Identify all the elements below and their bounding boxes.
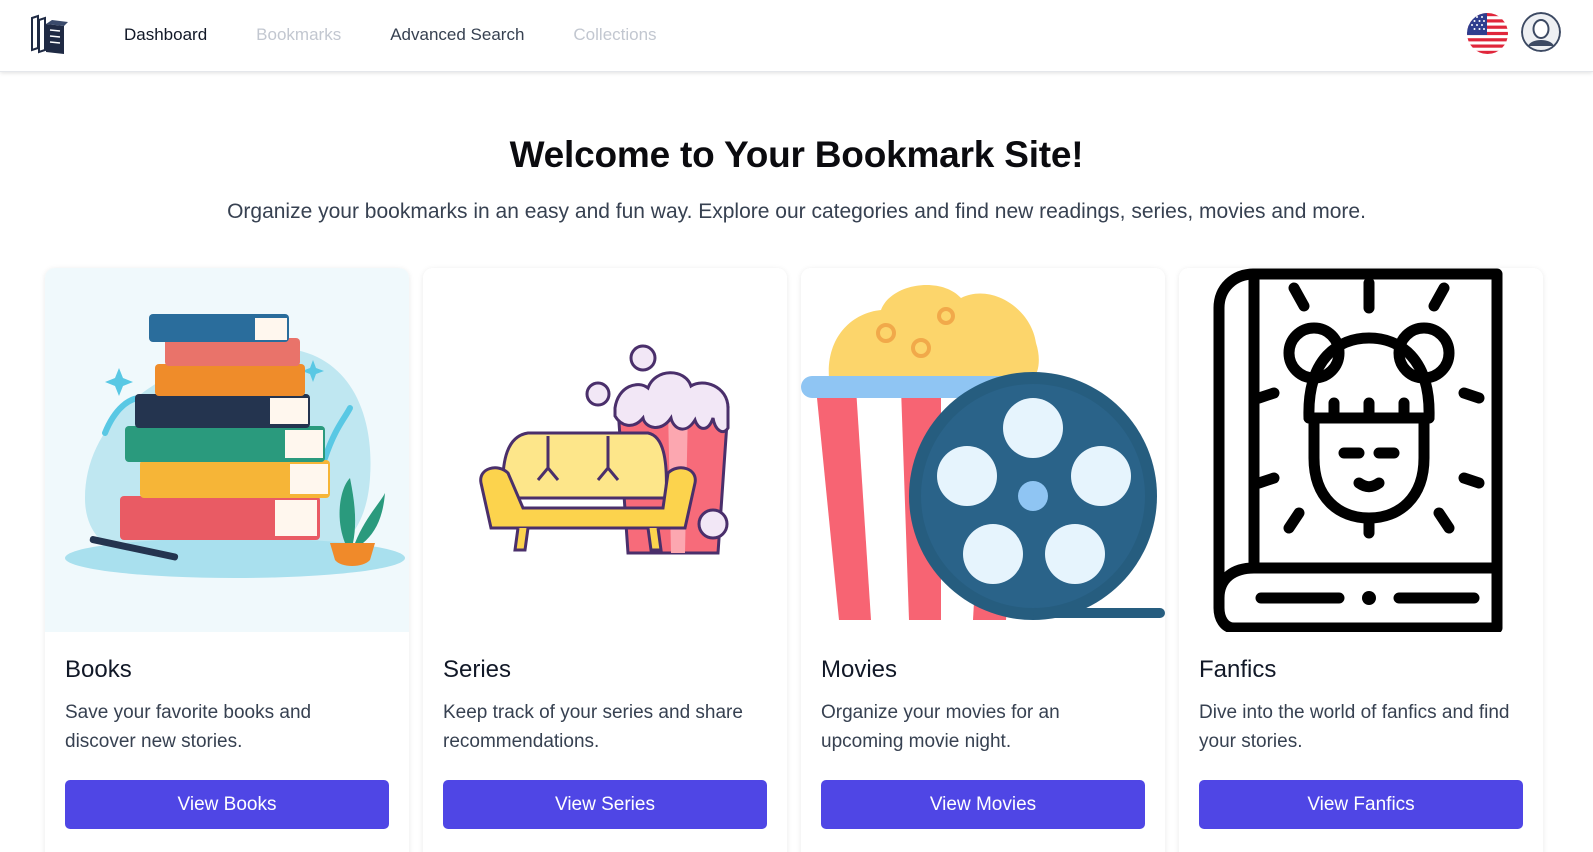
page-subtitle: Organize your bookmarks in an easy and f… [227,200,1366,223]
category-card-series: Series Keep track of your series and sha… [423,268,787,852]
nav-dashboard[interactable]: Dashboard [124,25,207,45]
card-title: Fanfics [1199,656,1277,683]
top-navbar: Dashboard Bookmarks Advanced Search Coll… [0,0,1593,72]
us-flag-icon[interactable] [1467,13,1508,54]
view-movies-button[interactable]: View Movies [821,780,1145,829]
category-card-books: Books Save your favorite books and disco… [45,268,409,852]
user-avatar-icon[interactable] [1521,12,1561,52]
card-description: Dive into the world of fanfics and find … [1199,702,1510,752]
main-nav: Dashboard Bookmarks Advanced Search Coll… [124,0,706,70]
sofa-popcorn-illustration [423,268,787,632]
popcorn-film-reel-illustration [801,268,1165,632]
page-title: Welcome to Your Bookmark Site! [509,134,1084,175]
card-title: Series [443,656,512,683]
nav-bookmarks[interactable]: Bookmarks [256,25,341,45]
view-series-button[interactable]: View Series [443,780,767,829]
book-stack-illustration [45,268,409,632]
view-books-button[interactable]: View Books [65,780,389,829]
card-description: Save your favorite books and discover ne… [65,702,312,752]
card-title: Movies [821,656,898,683]
view-fanfics-button[interactable]: View Fanfics [1199,780,1523,829]
card-description: Keep track of your series and share reco… [443,702,743,752]
books-logo-icon[interactable] [28,12,68,56]
nav-collections[interactable]: Collections [573,25,656,45]
nav-advanced-search[interactable]: Advanced Search [390,25,524,45]
card-description: Organize your movies for an upcoming mov… [821,702,1060,752]
fanfic-book-icon [1179,268,1543,634]
category-card-fanfics: Fanfics Dive into the world of fanfics a… [1179,268,1543,852]
category-card-movies: Movies Organize your movies for an upcom… [801,268,1165,852]
card-title: Books [65,656,132,683]
